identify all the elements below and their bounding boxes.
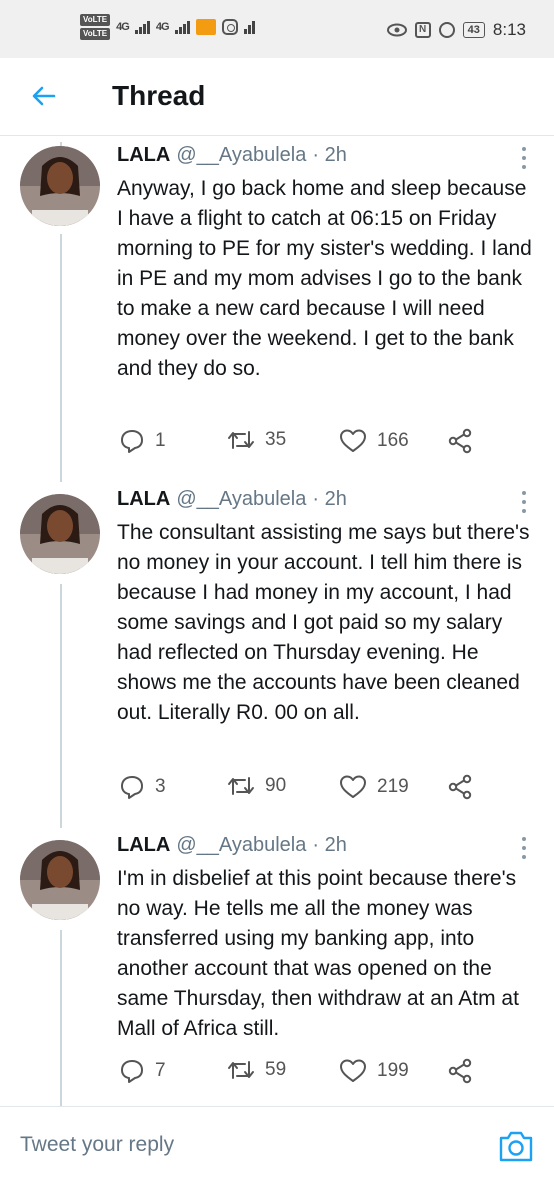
reply-icon [121,430,143,453]
retweet-button[interactable]: 35 [227,428,286,452]
retweet-button[interactable]: 90 [227,774,286,798]
tweet-time: · 2h [312,144,347,166]
more-options-icon[interactable] [522,837,528,859]
reply-icon [121,776,143,799]
tweet-actions: 7 59 199 [117,1058,477,1088]
tweet-text: Anyway, I go back home and sleep because… [117,177,532,380]
author-name[interactable]: LALA [117,488,170,511]
heart-icon [340,1059,366,1082]
alarm-icon [438,22,455,38]
retweet-icon [228,431,254,449]
share-button[interactable] [447,1058,473,1084]
share-button[interactable] [447,428,473,454]
reply-button[interactable]: 3 [119,774,166,800]
tweet-text: The consultant assisting me says but the… [117,521,530,724]
eye-icon [386,23,407,37]
reply-input[interactable]: Tweet your reply [20,1133,174,1157]
volte-label-2: VoLTE [80,28,111,40]
tweet-actions: 3 90 219 [117,774,477,804]
share-icon [448,428,472,454]
thread-line [60,584,62,828]
back-button[interactable] [28,80,60,112]
author-handle[interactable]: @__Ayabulela [176,834,306,857]
nfc-icon: N [414,22,431,38]
avatar-image [20,494,100,574]
tweet-actions: 1 35 166 [117,428,477,458]
like-button[interactable]: 199 [339,1058,409,1084]
author-name[interactable]: LALA [117,144,170,167]
share-icon [448,774,472,800]
reply-count: 7 [155,1060,166,1081]
retweet-count: 35 [265,429,287,450]
camera-button[interactable] [498,1129,534,1163]
retweet-button[interactable]: 59 [227,1058,286,1082]
author-handle[interactable]: @__Ayabulela [176,488,306,511]
tweet-header: LALA @__Ayabulela · 2h [117,488,347,511]
signal-2-icon [174,20,190,34]
author-name[interactable]: LALA [117,834,170,857]
network-label-1: 4G [116,21,130,33]
status-left: VoLTE VoLTE 4G 4G [80,14,255,40]
notification-app-icon [195,19,216,35]
retweet-count: 59 [265,1059,287,1080]
more-options-icon[interactable] [522,147,528,169]
like-count: 219 [377,776,409,797]
retweet-icon [228,1061,254,1079]
reply-button[interactable]: 7 [119,1058,166,1084]
thread-line [60,234,62,482]
avatar-image [20,146,100,226]
thread-header: Thread [0,58,554,136]
clock: 8:13 [492,20,526,39]
reply-count: 1 [155,430,166,451]
battery-icon: 43 [462,22,485,38]
like-button[interactable]: 166 [339,428,409,454]
instagram-icon [221,19,238,35]
tweet-time: · 2h [312,834,347,856]
page-title: Thread [112,80,206,111]
tweet-header: LALA @__Ayabulela · 2h [117,144,347,167]
reply-count: 3 [155,776,166,797]
author-handle[interactable]: @__Ayabulela [176,144,306,167]
network-label-2: 4G [155,21,170,33]
tweet-time: · 2h [312,488,347,510]
like-button[interactable]: 219 [339,774,409,800]
share-icon [448,1058,472,1084]
tweet-text: I'm in disbelief at this point because t… [117,867,519,1040]
wifi-signal-icon [243,20,255,34]
camera-icon [499,1131,533,1162]
avatar[interactable] [20,146,100,226]
tweet-header: LALA @__Ayabulela · 2h [117,834,347,857]
retweet-icon [228,777,254,795]
share-button[interactable] [447,774,473,800]
signal-1-icon [134,20,150,34]
retweet-count: 90 [265,775,287,796]
reply-icon [121,1060,143,1083]
heart-icon [340,429,366,452]
thread-line [60,930,62,1106]
like-count: 199 [377,1060,409,1081]
reply-button[interactable]: 1 [119,428,166,454]
avatar[interactable] [20,840,100,920]
back-arrow-icon [32,86,56,106]
like-count: 166 [377,430,409,451]
volte-label-1: VoLTE [80,14,111,26]
heart-icon [340,775,366,798]
volte-icons: VoLTE VoLTE [80,14,111,40]
avatar-image [20,840,100,920]
reply-bar: Tweet your reply [0,1106,554,1186]
avatar[interactable] [20,494,100,574]
status-bar: VoLTE VoLTE 4G 4G N 43 8:13 [0,0,554,58]
more-options-icon[interactable] [522,491,528,513]
status-right: N 43 8:13 [386,20,526,40]
